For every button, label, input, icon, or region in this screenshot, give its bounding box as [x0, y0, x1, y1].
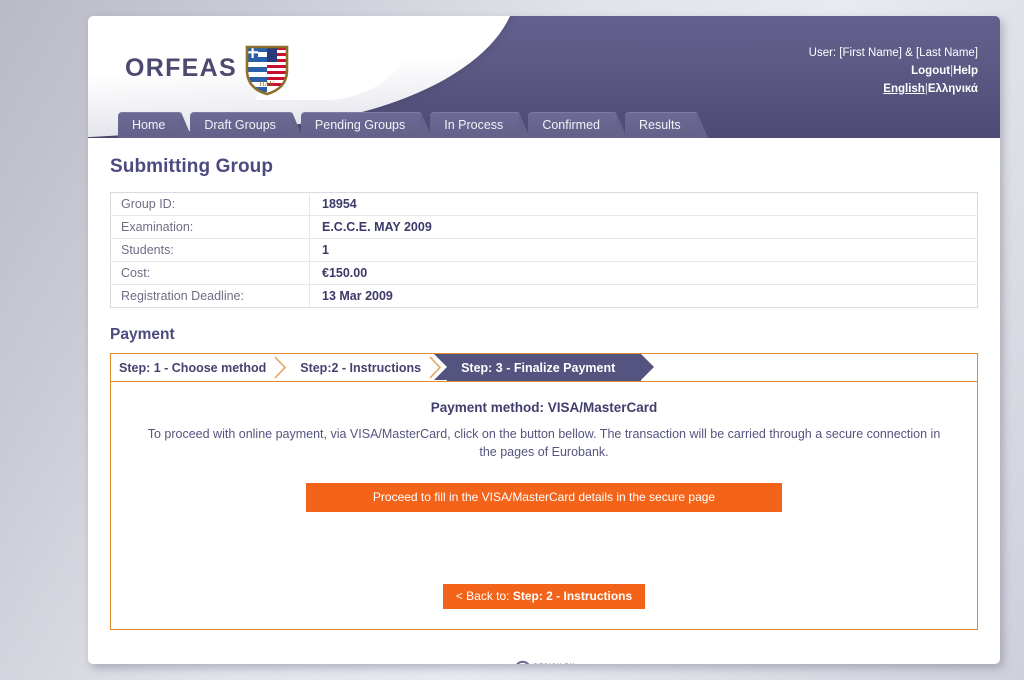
row-label: Students: — [110, 238, 310, 262]
page-footer: DESIGN BY WORX — [110, 648, 978, 664]
tab-pending-groups[interactable]: Pending Groups — [300, 112, 433, 138]
eworx-wordmark: DESIGN BY WORX — [534, 662, 577, 665]
tab-label: In Process — [444, 118, 504, 132]
table-row: Group ID: 18954 — [110, 192, 978, 216]
payment-section-title: Payment — [110, 326, 175, 343]
table-row: Students: 1 — [110, 238, 978, 262]
step-3-finalize-payment[interactable]: Step: 3 - Finalize Payment — [434, 354, 655, 381]
payment-description: To proceed with online payment, via VISA… — [147, 427, 941, 459]
table-row: Examination: E.C.C.E. MAY 2009 — [110, 215, 978, 239]
hellenic-american-union-shield-icon: HAU — [244, 44, 290, 96]
tab-confirmed[interactable]: Confirmed — [528, 112, 627, 138]
step-label: Step: 1 - Choose method — [119, 360, 267, 375]
page-header: ORFEAS HAU HELLENIC AMERICAN UNION User:… — [88, 16, 1000, 138]
tab-label: Draft Groups — [204, 118, 276, 132]
language-english-link[interactable]: English — [883, 83, 925, 95]
tab-label: Results — [638, 118, 681, 132]
back-button-container: < Back to: Step: 2 - Instructions — [127, 584, 961, 609]
org-line-1: HELLENIC — [296, 49, 351, 60]
row-value: 13 Mar 2009 — [322, 289, 393, 303]
row-value: 1 — [309, 238, 978, 262]
eworx-credit-logo[interactable]: DESIGN BY WORX — [512, 659, 577, 665]
payment-content: Payment method: VISA/MasterCard To proce… — [111, 382, 977, 629]
logout-link[interactable]: Logout — [911, 65, 950, 77]
row-value: 18954 — [309, 192, 978, 216]
payment-panel: Step: 1 - Choose method Step:2 - Instruc… — [110, 353, 978, 630]
main-navigation: Home Draft Groups Pending Groups In Proc… — [118, 108, 708, 138]
application-window: ORFEAS HAU HELLENIC AMERICAN UNION User:… — [88, 16, 1000, 664]
step-2-instructions[interactable]: Step:2 - Instructions — [292, 354, 448, 381]
group-info-table: Group ID: 18954 Examination: E.C.C.E. MA… — [110, 192, 978, 308]
svg-text:HAU: HAU — [259, 80, 274, 88]
page-title: Submitting Group — [110, 156, 274, 177]
tab-label: Confirmed — [542, 118, 600, 132]
tab-draft-groups[interactable]: Draft Groups — [190, 112, 303, 138]
back-button-target: Step: 2 - Instructions — [512, 589, 633, 603]
tab-in-process[interactable]: In Process — [430, 112, 531, 138]
org-line-2: AMERICAN — [296, 62, 355, 74]
account-links: Logout|Help — [809, 62, 978, 80]
main-content: Submitting Group Group ID: 18954 Examina… — [88, 156, 1000, 664]
payment-step-breadcrumb: Step: 1 - Choose method Step:2 - Instruc… — [111, 354, 977, 382]
table-row: Cost: €150.00 — [110, 261, 978, 285]
eworx-e-icon — [512, 659, 532, 664]
proceed-to-secure-page-button[interactable]: Proceed to fill in the VISA/MasterCard d… — [306, 483, 782, 512]
back-button-prefix: < Back to: — [455, 589, 513, 603]
tab-home[interactable]: Home — [118, 112, 193, 138]
back-to-step-2-button[interactable]: < Back to: Step: 2 - Instructions — [442, 584, 646, 609]
row-label: Registration Deadline: — [110, 284, 310, 308]
step-1-choose-method[interactable]: Step: 1 - Choose method — [111, 354, 293, 381]
language-greek-link[interactable]: Ελληνικά — [928, 83, 978, 95]
row-label: Cost: — [110, 261, 310, 285]
user-info-panel: User: [First Name] & [Last Name] Logout|… — [809, 44, 978, 98]
row-value: E.C.C.E. MAY 2009 — [309, 215, 978, 239]
row-label: Group ID: — [110, 192, 310, 216]
brand-logo-text: ORFEAS — [125, 54, 237, 82]
tab-label: Pending Groups — [314, 118, 406, 132]
tab-label: Home — [132, 118, 166, 132]
row-value: €150.00 — [309, 261, 978, 285]
chevron-right-icon — [272, 354, 288, 381]
row-label: Examination: — [110, 215, 310, 239]
user-name-label: User: [First Name] & [Last Name] — [808, 47, 978, 59]
org-line-3: UNION — [296, 75, 332, 87]
table-row: Registration Deadline: 13 Mar 2009 — [110, 284, 978, 308]
language-links: English|Ελληνικά — [809, 80, 978, 98]
help-link[interactable]: Help — [953, 65, 978, 77]
eworx-credit-top: DESIGN BY — [534, 662, 577, 665]
organization-name: HELLENIC AMERICAN UNION — [296, 48, 354, 88]
step-label: Step: 3 - Finalize Payment — [461, 360, 616, 375]
step-label: Step:2 - Instructions — [300, 360, 422, 375]
payment-method-title: Payment method: VISA/MasterCard — [430, 400, 658, 415]
tab-results[interactable]: Results — [624, 112, 708, 138]
